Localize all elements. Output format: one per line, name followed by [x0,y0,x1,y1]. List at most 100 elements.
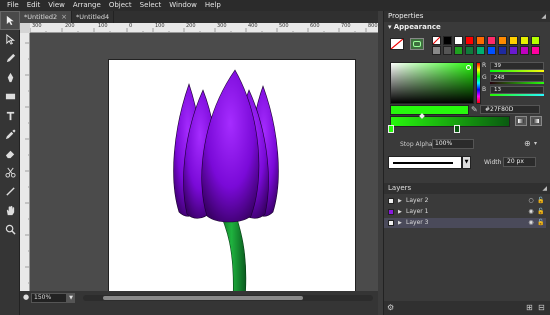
swatch[interactable] [509,36,518,45]
close-icon[interactable]: × [61,13,67,21]
swatch[interactable] [432,46,441,55]
gradient-stop-left[interactable] [388,125,394,133]
expand-arrow-icon[interactable]: ▶ [398,207,402,217]
layer-row[interactable]: ▶ Layer 3 ◉ 🔓 [384,218,546,228]
menu-select[interactable]: Select [136,0,166,11]
swatch[interactable] [531,36,540,45]
hand-tool[interactable] [0,201,20,220]
select-tool[interactable] [0,11,20,30]
hue-slider[interactable] [476,62,481,104]
stroke-style-dropdown[interactable]: ▼ [462,156,471,169]
hex-input[interactable]: #27F80D [480,105,540,114]
swatch[interactable] [476,36,485,45]
menu-file[interactable]: File [3,0,23,11]
rectangle-tool[interactable] [0,87,20,106]
swatch[interactable] [454,46,463,55]
pen-tool[interactable] [0,68,20,87]
reverse-gradient-icon [533,119,539,123]
chevron-down-icon[interactable]: ▾ [534,140,537,147]
width-input[interactable]: 20 px [503,157,536,167]
opacity-drop-icon[interactable]: ⊕ [524,139,531,148]
pointer-icon [6,15,14,26]
add-layer-icon[interactable]: ⊞ [526,303,533,312]
tulip-artwork[interactable] [109,60,357,291]
gradient-bar[interactable] [390,116,510,127]
stroke-style-select[interactable] [388,156,462,169]
layer-visibility-checkbox[interactable] [388,209,394,215]
menu-object[interactable]: Object [105,0,136,11]
delete-layer-icon[interactable]: ⊟ [538,303,545,312]
menu-window[interactable]: Window [165,0,201,11]
menu-arrange[interactable]: Arrange [69,0,105,11]
swatch[interactable] [476,46,485,55]
blue-input[interactable]: 13 [490,86,544,94]
text-tool[interactable] [0,106,20,125]
color-picker-field[interactable] [390,62,474,104]
stop-alpha-input[interactable]: 100% [432,139,474,149]
lock-icon[interactable]: 🔓 [537,219,545,227]
layer-name: Layer 2 [406,197,429,204]
appearance-header[interactable]: ▾ Appearance [384,22,550,32]
gear-icon[interactable]: ⚙ [387,303,394,312]
horizontal-scrollbar[interactable] [83,295,373,301]
zoom-tool[interactable] [0,220,20,239]
swatch[interactable] [487,46,496,55]
eyedropper-icon[interactable]: ✎ [471,105,478,114]
lock-icon[interactable]: 🔓 [537,197,545,205]
swatch[interactable] [454,36,463,45]
green-input[interactable]: 248 [490,74,544,82]
subselect-tool[interactable] [0,30,20,49]
menu-edit[interactable]: Edit [23,0,45,11]
green-slider[interactable] [490,82,544,84]
pencil-tool[interactable] [0,49,20,68]
menu-view[interactable]: View [44,0,69,11]
swatch[interactable] [520,36,529,45]
layers-footer: ⚙ ⊞ ⊟ [384,301,550,315]
no-fill-button[interactable] [390,38,404,50]
tab-untitled4[interactable]: *Untitled4 [72,11,115,23]
swatch[interactable] [465,36,474,45]
zoom-field[interactable]: 150% [31,293,67,303]
swatch[interactable] [443,36,452,45]
stop-alpha-label: Stop Alpha [400,141,433,148]
scrollbar-thumb[interactable] [103,296,303,300]
swatch[interactable] [509,46,518,55]
swatch[interactable] [487,36,496,45]
line-tool[interactable] [0,182,20,201]
swatch[interactable] [498,36,507,45]
panel-menu-icon[interactable]: ◢ [541,11,546,22]
gradient-reverse-button[interactable] [530,116,542,126]
swatch[interactable] [520,46,529,55]
layer-visibility-checkbox[interactable] [388,220,394,226]
eye-icon[interactable]: ○ [527,197,535,205]
eye-icon[interactable]: ◉ [527,208,535,216]
expand-arrow-icon[interactable]: ▶ [398,218,402,228]
menu-help[interactable]: Help [201,0,225,11]
expand-arrow-icon[interactable]: ▶ [398,196,402,206]
swatch[interactable] [531,46,540,55]
red-input[interactable]: 39 [490,62,544,70]
picker-cursor[interactable] [466,65,471,70]
red-slider[interactable] [490,70,544,72]
layer-row[interactable]: ▶ Layer 2 ○ 🔓 [384,196,546,206]
tab-untitled2[interactable]: *Untitled2 × [20,11,72,23]
layer-visibility-checkbox[interactable] [388,198,394,204]
eye-icon[interactable]: ◉ [527,219,535,227]
panel-menu-icon[interactable]: ◢ [542,183,547,194]
blue-slider[interactable] [490,94,544,96]
lock-icon[interactable]: 🔓 [537,208,545,216]
gradient-type-button[interactable] [515,116,527,126]
artboard[interactable] [108,59,356,291]
eraser-tool[interactable] [0,144,20,163]
zoom-dropdown-button[interactable]: ▼ [67,293,75,303]
scissors-tool[interactable] [0,163,20,182]
swatch[interactable] [465,46,474,55]
gradient-fill-button[interactable] [410,38,424,50]
layer-row[interactable]: ▶ Layer 1 ◉ 🔓 [384,207,546,217]
swatch[interactable] [432,36,441,45]
canvas-workspace[interactable] [30,33,378,291]
gradient-stop-right[interactable] [454,125,460,133]
swatch[interactable] [443,46,452,55]
swatch[interactable] [498,46,507,55]
eyedropper-tool[interactable] [0,125,20,144]
